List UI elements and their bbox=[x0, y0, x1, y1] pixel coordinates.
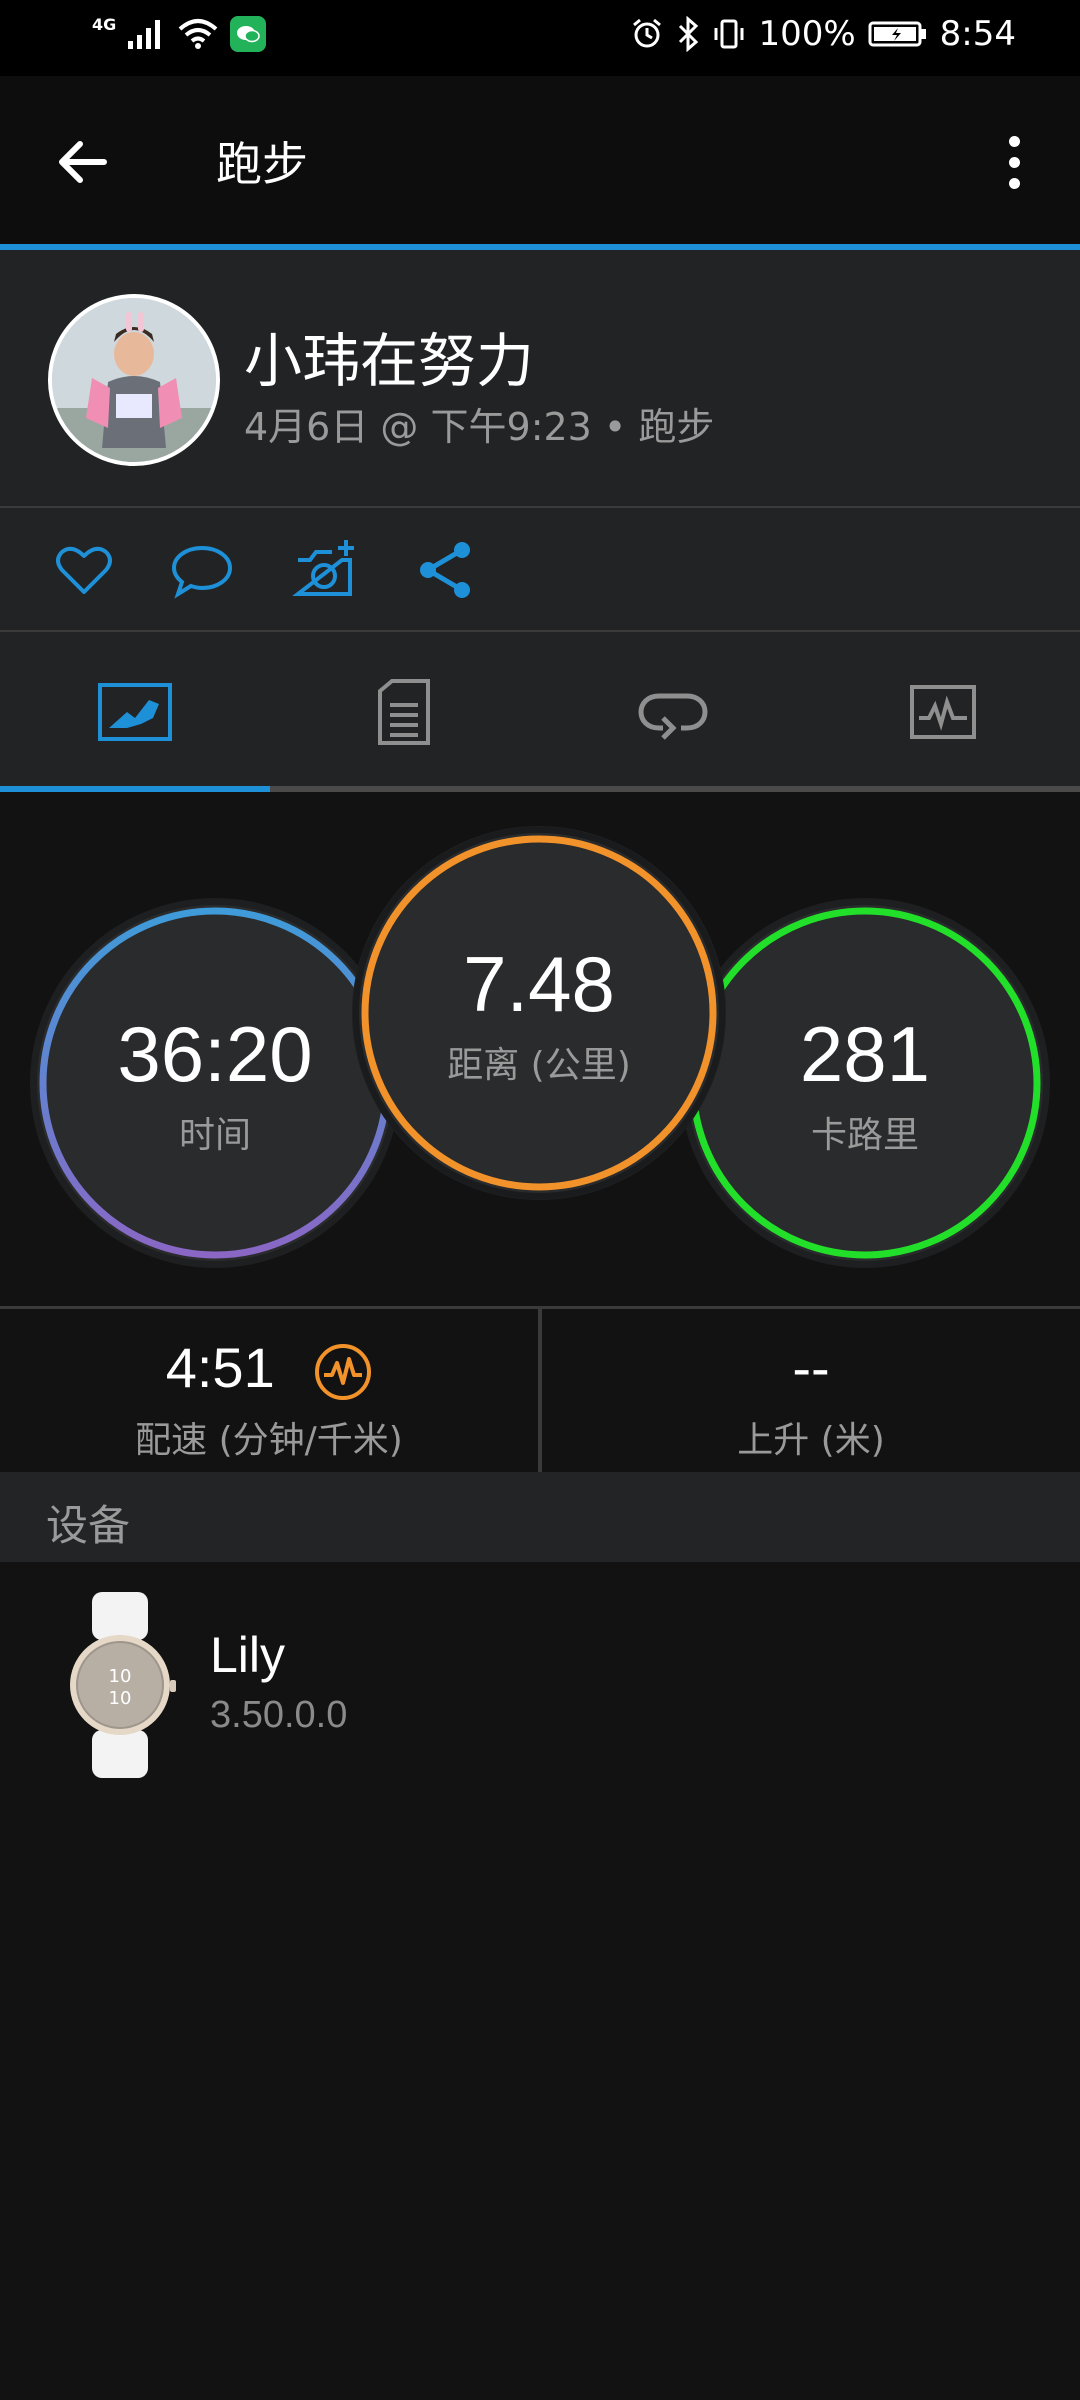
stats-area: 36:20 时间 281 卡路里 7.48 距离 (公里) bbox=[0, 792, 1080, 1306]
svg-text:10: 10 bbox=[109, 1666, 132, 1687]
comment-icon bbox=[171, 545, 233, 599]
add-photo-button[interactable] bbox=[292, 538, 356, 602]
wifi-icon bbox=[178, 19, 218, 49]
share-button[interactable] bbox=[414, 538, 478, 602]
overview-map-icon bbox=[98, 683, 172, 741]
device-version: 3.50.0.0 bbox=[210, 1694, 348, 1736]
device-item[interactable]: 10 10 Lily 3.50.0.0 bbox=[0, 1562, 1080, 1792]
activity-header: 小玮在努力 4月6日 @ 下午9:23 • 跑步 bbox=[0, 250, 1080, 508]
calories-value: 281 bbox=[799, 1009, 931, 1098]
network-type: 4G bbox=[92, 14, 117, 34]
vibrate-icon bbox=[714, 19, 744, 49]
avatar[interactable] bbox=[48, 294, 220, 466]
elevation-label: 上升 (米) bbox=[737, 1420, 885, 1461]
comment-button[interactable] bbox=[170, 538, 234, 602]
devices-section-header: 设备 bbox=[0, 1472, 1080, 1562]
add-photo-icon bbox=[292, 540, 354, 596]
pace-value: 4:51 bbox=[165, 1336, 275, 1399]
time-value: 36:20 bbox=[117, 1009, 313, 1098]
distance-label: 距离 (公里) bbox=[447, 1044, 631, 1086]
alarm-icon bbox=[633, 18, 662, 48]
pace-metric[interactable]: 4:51 配速 (分钟/千米) bbox=[0, 1309, 538, 1473]
metrics-row: 4:51 配速 (分钟/千米) -- 上升 (米) bbox=[0, 1306, 1080, 1476]
user-name: 小玮在努力 bbox=[244, 327, 535, 395]
like-icon bbox=[56, 546, 112, 594]
activity-meta: 4月6日 @ 下午9:23 • 跑步 bbox=[244, 405, 715, 449]
app-bar: 跑步 bbox=[0, 76, 1080, 246]
calories-label: 卡路里 bbox=[810, 1114, 919, 1156]
clock: 8:54 bbox=[939, 14, 1016, 54]
tab-bar bbox=[0, 632, 1080, 792]
elevation-metric[interactable]: -- 上升 (米) bbox=[542, 1309, 1080, 1473]
charts-icon bbox=[910, 685, 976, 739]
distance-value: 7.48 bbox=[463, 939, 615, 1028]
like-button[interactable] bbox=[52, 538, 116, 602]
tab-charts[interactable] bbox=[893, 672, 993, 752]
devices-section-title: 设备 bbox=[46, 1501, 131, 1550]
battery-icon bbox=[868, 21, 926, 47]
wechat-icon bbox=[230, 16, 267, 52]
back-button[interactable] bbox=[48, 126, 120, 198]
laps-icon bbox=[638, 693, 708, 740]
calories-stat: 281 卡路里 bbox=[680, 898, 1050, 1268]
bluetooth-icon bbox=[679, 16, 699, 52]
tab-laps[interactable] bbox=[623, 672, 723, 752]
page-title: 跑步 bbox=[216, 137, 308, 191]
distance-stat: 7.48 距离 (公里) bbox=[352, 826, 726, 1200]
watch-image: 10 10 bbox=[70, 1592, 176, 1778]
share-icon bbox=[420, 542, 470, 598]
device-name: Lily bbox=[210, 1627, 286, 1683]
signal-icon bbox=[128, 20, 161, 49]
pace-label: 配速 (分钟/千米) bbox=[135, 1420, 403, 1461]
pace-zone-icon bbox=[315, 1344, 372, 1401]
details-document-icon bbox=[378, 679, 430, 745]
back-arrow-icon bbox=[59, 141, 107, 183]
tab-overview[interactable] bbox=[85, 672, 185, 752]
battery-percent: 100% bbox=[758, 14, 856, 54]
tab-details[interactable] bbox=[354, 672, 454, 752]
time-label: 时间 bbox=[178, 1114, 251, 1156]
status-bar: 4G 100% 8:54 bbox=[0, 0, 1080, 76]
time-stat: 36:20 时间 bbox=[30, 898, 400, 1268]
action-bar bbox=[0, 508, 1080, 632]
elevation-value: -- bbox=[792, 1336, 830, 1399]
svg-text:10: 10 bbox=[109, 1688, 132, 1709]
more-options-button[interactable] bbox=[978, 126, 1050, 198]
more-vertical-icon bbox=[1008, 135, 1020, 147]
